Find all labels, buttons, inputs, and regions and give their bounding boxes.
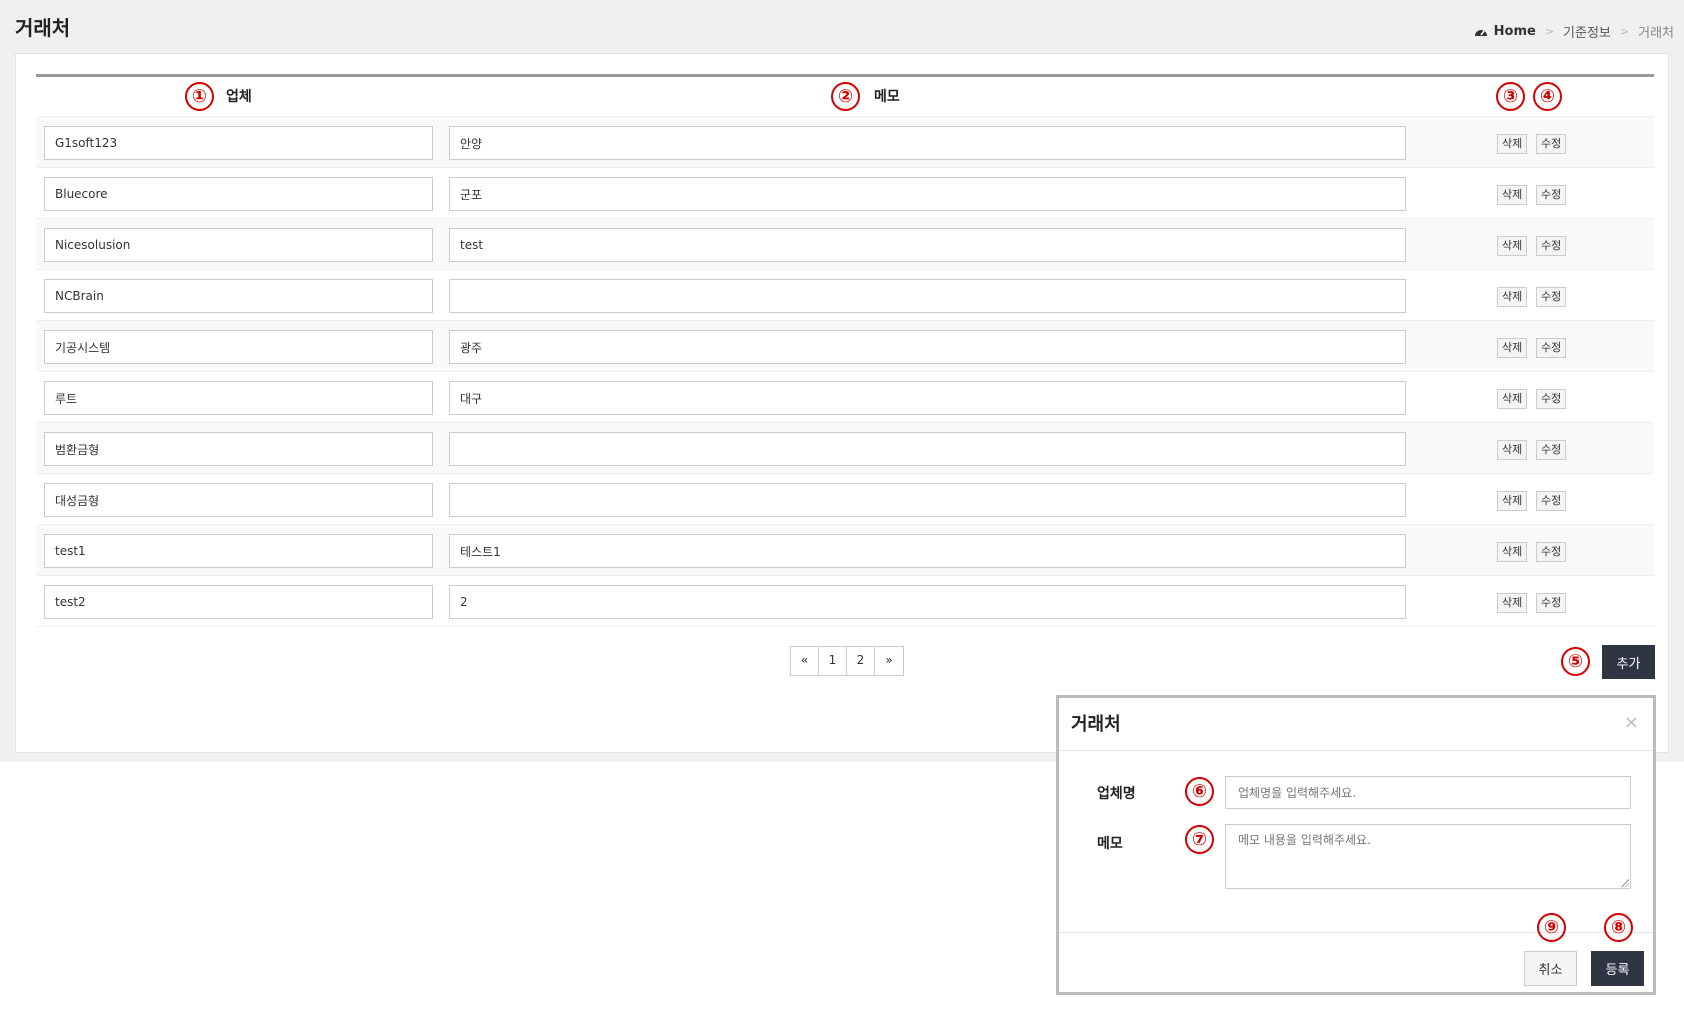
table-row: 삭제 수정 — [36, 168, 1654, 219]
pagination-prev[interactable]: « — [791, 647, 819, 675]
callout-4: ④ — [1533, 82, 1562, 111]
memo-input[interactable] — [449, 279, 1406, 313]
delete-button[interactable]: 삭제 — [1497, 389, 1528, 409]
company-input[interactable] — [44, 126, 433, 160]
edit-button[interactable]: 수정 — [1536, 440, 1567, 460]
memo-input[interactable] — [449, 330, 1406, 364]
edit-button[interactable]: 수정 — [1536, 338, 1567, 358]
delete-button[interactable]: 삭제 — [1497, 236, 1528, 256]
table-body: 삭제 수정 삭제 수정 삭제 수정 삭제 수정 — [36, 117, 1654, 627]
table-row: 삭제 수정 — [36, 525, 1654, 576]
delete-button[interactable]: 삭제 — [1497, 440, 1528, 460]
register-button[interactable]: 등록 — [1591, 951, 1644, 986]
edit-button[interactable]: 수정 — [1536, 134, 1567, 154]
company-input[interactable] — [44, 483, 433, 517]
edit-button[interactable]: 수정 — [1536, 185, 1567, 205]
breadcrumb: Home > 기준정보 > 거래처 — [1474, 22, 1674, 41]
memo-input[interactable] — [449, 585, 1406, 619]
table-row: 삭제 수정 — [36, 372, 1654, 423]
table-header: ① 업체 ② 메모 ③ ④ — [36, 77, 1654, 117]
pagination-page-2[interactable]: 2 — [847, 647, 875, 675]
dashboard-icon — [1474, 29, 1487, 36]
delete-button[interactable]: 삭제 — [1497, 491, 1528, 511]
company-input[interactable] — [44, 177, 433, 211]
modal-title: 거래처 — [1071, 714, 1121, 735]
delete-button[interactable]: 삭제 — [1497, 287, 1528, 307]
breadcrumb-home[interactable]: Home — [1494, 24, 1536, 39]
callout-2: ② — [831, 82, 860, 111]
callout-1: ① — [185, 82, 214, 111]
memo-label: 메모 — [1097, 836, 1123, 852]
company-name-label: 업체명 — [1097, 786, 1136, 802]
company-input[interactable] — [44, 381, 433, 415]
modal-divider — [1059, 750, 1653, 751]
edit-button[interactable]: 수정 — [1536, 389, 1567, 409]
vendor-modal: 거래처 × 업체명 ⑥ 메모 ⑦ ⑨ ⑧ 취소 등록 — [1056, 695, 1656, 995]
memo-input[interactable] — [449, 228, 1406, 262]
delete-button[interactable]: 삭제 — [1497, 542, 1528, 562]
company-name-input[interactable] — [1225, 776, 1631, 809]
delete-button[interactable]: 삭제 — [1497, 185, 1528, 205]
page-title: 거래처 — [15, 16, 71, 40]
company-input[interactable] — [44, 228, 433, 262]
add-button[interactable]: 추가 — [1602, 645, 1655, 679]
header-memo: 메모 — [874, 89, 900, 105]
table-row: 삭제 수정 — [36, 423, 1654, 474]
callout-9: ⑨ — [1537, 913, 1566, 942]
callout-6: ⑥ — [1185, 777, 1214, 806]
memo-input[interactable] — [449, 177, 1406, 211]
company-input[interactable] — [44, 279, 433, 313]
header-company: 업체 — [226, 89, 252, 105]
edit-button[interactable]: 수정 — [1536, 593, 1567, 613]
memo-input[interactable] — [449, 534, 1406, 568]
breadcrumb-current: 거래처 — [1638, 26, 1674, 41]
cancel-button[interactable]: 취소 — [1524, 951, 1577, 986]
table-row: 삭제 수정 — [36, 117, 1654, 168]
close-icon[interactable]: × — [1624, 712, 1639, 733]
edit-button[interactable]: 수정 — [1536, 236, 1567, 256]
memo-input[interactable] — [449, 381, 1406, 415]
delete-button[interactable]: 삭제 — [1497, 134, 1528, 154]
company-input[interactable] — [44, 432, 433, 466]
edit-button[interactable]: 수정 — [1536, 287, 1567, 307]
company-input[interactable] — [44, 330, 433, 364]
breadcrumb-separator: > — [1619, 25, 1630, 38]
edit-button[interactable]: 수정 — [1536, 491, 1567, 511]
memo-input[interactable] — [449, 126, 1406, 160]
breadcrumb-separator: > — [1544, 25, 1555, 38]
vendor-table: ① 업체 ② 메모 ③ ④ 삭제 수정 삭제 수정 삭제 — [36, 74, 1654, 627]
memo-input[interactable] — [449, 432, 1406, 466]
callout-5: ⑤ — [1561, 647, 1590, 676]
memo-textarea[interactable] — [1225, 824, 1631, 889]
pagination: « 1 2 » — [790, 646, 904, 676]
delete-button[interactable]: 삭제 — [1497, 338, 1528, 358]
edit-button[interactable]: 수정 — [1536, 542, 1567, 562]
table-row: 삭제 수정 — [36, 321, 1654, 372]
table-row: 삭제 수정 — [36, 219, 1654, 270]
callout-8: ⑧ — [1604, 913, 1633, 942]
callout-3: ③ — [1496, 82, 1525, 111]
pagination-page-1[interactable]: 1 — [819, 647, 847, 675]
company-input[interactable] — [44, 585, 433, 619]
breadcrumb-parent[interactable]: 기준정보 — [1563, 22, 1611, 41]
memo-input[interactable] — [449, 483, 1406, 517]
company-input[interactable] — [44, 534, 433, 568]
pagination-next[interactable]: » — [875, 647, 903, 675]
callout-7: ⑦ — [1185, 825, 1214, 854]
table-row: 삭제 수정 — [36, 474, 1654, 525]
memo-textarea-wrap — [1225, 824, 1631, 889]
resize-handle-icon[interactable] — [1621, 879, 1629, 887]
table-row: 삭제 수정 — [36, 270, 1654, 321]
table-row: 삭제 수정 — [36, 576, 1654, 627]
delete-button[interactable]: 삭제 — [1497, 593, 1528, 613]
